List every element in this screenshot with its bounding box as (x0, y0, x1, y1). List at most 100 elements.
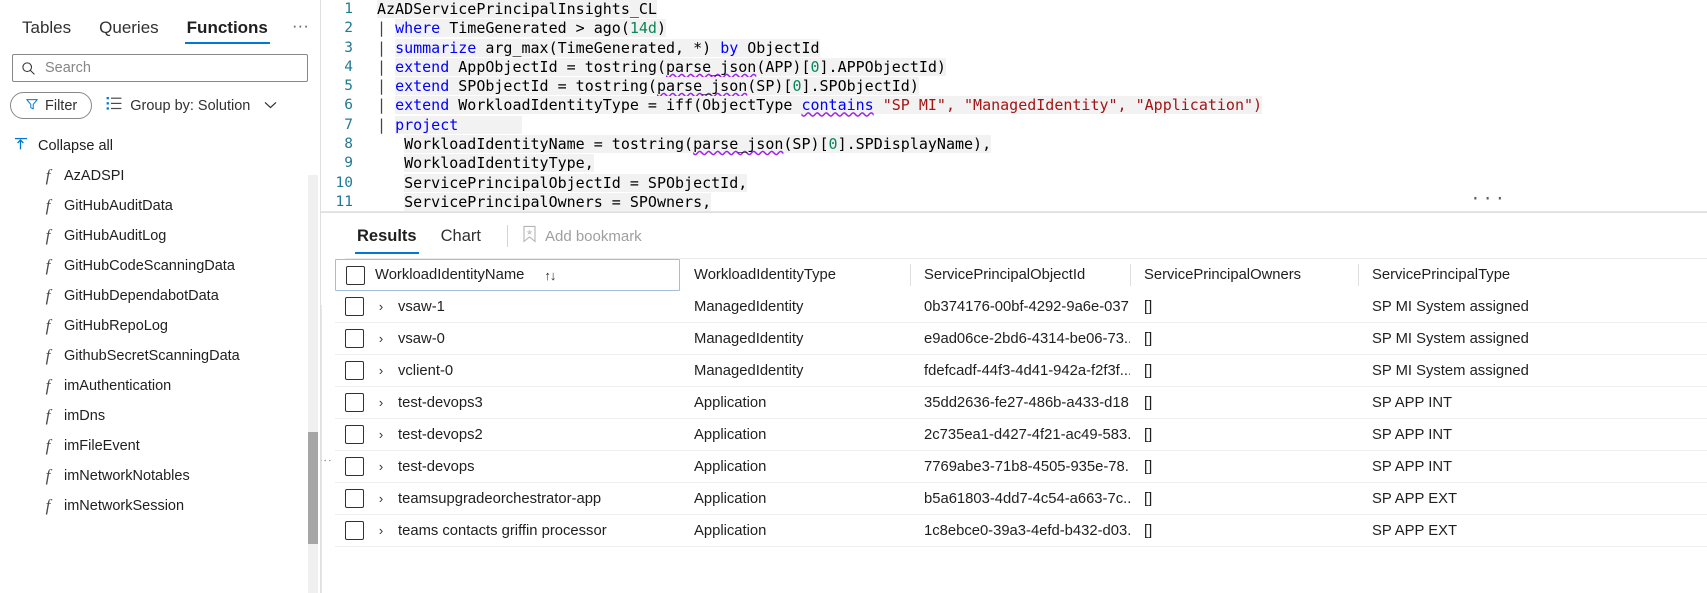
column-header-workloadidentityname[interactable]: WorkloadIdentityName ↑↓ (335, 259, 680, 291)
cell-serviceprincipalobjectid: 35dd2636-fe27-486b-a433-d18... (924, 394, 1130, 411)
sort-icon[interactable]: ↑↓ (544, 268, 556, 283)
code-line: 1 AzADServicePrincipalInsights_CL (321, 0, 1707, 19)
row-checkbox[interactable] (345, 361, 364, 380)
function-icon: f (45, 496, 51, 515)
tab-queries[interactable]: Queries (85, 19, 173, 46)
function-label: AzADSPI (64, 168, 125, 184)
expand-row-icon[interactable]: › (376, 427, 386, 442)
code-line: 3 | summarize arg_max(TimeGenerated, *) … (321, 38, 1707, 58)
row-checkbox[interactable] (345, 521, 364, 540)
group-by-button[interactable]: Group by: Solution (106, 96, 277, 115)
function-label: GitHubDependabotData (64, 288, 219, 304)
column-header-serviceprincipaltype[interactable]: ServicePrincipalType (1358, 259, 1658, 291)
collapse-all-button[interactable]: Collapse all (0, 119, 320, 159)
kusto-query-workspace: Tables Queries Functions ··· « (0, 0, 1707, 593)
table-row[interactable]: › teamsupgradeorchestrator-app Applicati… (335, 483, 1707, 515)
cell-serviceprincipalobjectid: b5a61803-4dd7-4c54-a663-7c... (924, 490, 1130, 507)
function-label: imNetworkNotables (64, 468, 190, 484)
more-options-icon[interactable]: ··· (282, 17, 319, 46)
add-bookmark-button[interactable]: Add bookmark (522, 225, 642, 247)
expand-row-icon[interactable]: › (376, 459, 386, 474)
cell-serviceprincipalowners: [] (1144, 362, 1153, 379)
sidebar-item-githubrepolog[interactable]: f GitHubRepoLog (0, 311, 320, 341)
sidebar-item-githubcodescanningdata[interactable]: f GitHubCodeScanningData (0, 251, 320, 281)
cell-serviceprincipalobjectid: 0b374176-00bf-4292-9a6e-037... (924, 298, 1130, 315)
cell-serviceprincipaltype: SP APP INT (1372, 426, 1453, 443)
filter-button[interactable]: Filter (10, 92, 93, 119)
code-line: 4 | extend AppObjectId = tostring(parse_… (321, 57, 1707, 77)
table-row[interactable]: › test-devops Application 7769abe3-71b8-… (335, 451, 1707, 483)
column-header-label: WorkloadIdentityType (694, 267, 837, 283)
row-checkbox[interactable] (345, 393, 364, 412)
table-row[interactable]: › vclient-0 ManagedIdentity fdefcadf-44f… (335, 355, 1707, 387)
chevron-down-icon[interactable] (264, 100, 277, 112)
sidebar-item-imauthentication[interactable]: f imAuthentication (0, 371, 320, 401)
results-panel: Results Chart Add bookmark ⋮ WorkloadIde… (321, 212, 1707, 593)
expand-row-icon[interactable]: › (376, 299, 386, 314)
table-splitter-handle[interactable]: ⋮ (321, 454, 333, 467)
search-box[interactable] (12, 54, 308, 82)
line-number: 10 (335, 174, 353, 191)
tab-results[interactable]: Results (345, 213, 429, 259)
query-editor[interactable]: 1 AzADServicePrincipalInsights_CL 2 | wh… (321, 0, 1707, 212)
table-row[interactable]: › vsaw-0 ManagedIdentity e9ad06ce-2bd6-4… (335, 323, 1707, 355)
row-checkbox[interactable] (345, 425, 364, 444)
cell-serviceprincipalobjectid: e9ad06ce-2bd6-4314-be06-73... (924, 330, 1130, 347)
sidebar-item-azadspi[interactable]: f AzADSPI (0, 161, 320, 191)
expand-row-icon[interactable]: › (376, 523, 386, 538)
sidebar-item-githubsecretscanningdata[interactable]: f GithubSecretScanningData (0, 341, 320, 371)
column-header-workloadidentitytype[interactable]: WorkloadIdentityType (680, 259, 910, 291)
sidebar-item-githubdependabotdata[interactable]: f GitHubDependabotData (0, 281, 320, 311)
cell-serviceprincipaltype: SP APP EXT (1372, 490, 1457, 507)
search-input[interactable] (39, 59, 299, 77)
column-header-serviceprincipalobjectid[interactable]: ServicePrincipalObjectId (910, 259, 1130, 291)
sidebar-item-imdns[interactable]: f imDns (0, 401, 320, 431)
code-text: | summarize arg_max(TimeGenerated, *) by… (377, 38, 820, 57)
sidebar-item-githubauditdata[interactable]: f GitHubAuditData (0, 191, 320, 221)
table-row[interactable]: › test-devops3 Application 35dd2636-fe27… (335, 387, 1707, 419)
function-icon: f (45, 466, 51, 485)
line-number: 5 (344, 78, 353, 95)
code-line: 6 | extend WorkloadIdentityType = iff(Ob… (321, 96, 1707, 115)
cell-text: vsaw-1 (398, 298, 445, 315)
tab-tables[interactable]: Tables (8, 19, 85, 46)
main-pane: 1 AzADServicePrincipalInsights_CL 2 | wh… (321, 0, 1707, 593)
select-all-checkbox[interactable] (346, 265, 365, 285)
cell-workloadidentitytype: Application (694, 522, 767, 539)
tab-chart[interactable]: Chart (429, 213, 493, 259)
sidebar-scrollbar-thumb[interactable] (308, 432, 318, 544)
cell-workloadidentityname: › teamsupgradeorchestrator-app (335, 483, 680, 515)
tab-functions[interactable]: Functions (173, 19, 282, 46)
cell-workloadidentityname: › test-devops (335, 451, 680, 483)
line-number: 11 (335, 193, 353, 210)
expand-row-icon[interactable]: › (376, 331, 386, 346)
sidebar-item-imfileevent[interactable]: f imFileEvent (0, 431, 320, 461)
function-icon: f (45, 166, 51, 185)
row-checkbox[interactable] (345, 297, 364, 316)
row-checkbox[interactable] (345, 489, 364, 508)
table-row[interactable]: › vsaw-1 ManagedIdentity 0b374176-00bf-4… (335, 291, 1707, 323)
sidebar-item-githubauditlog[interactable]: f GitHubAuditLog (0, 221, 320, 251)
table-row[interactable]: › test-devops2 Application 2c735ea1-d427… (335, 419, 1707, 451)
code-text: AzADServicePrincipalInsights_CL (377, 0, 657, 18)
expand-row-icon[interactable]: › (376, 395, 386, 410)
expand-row-icon[interactable]: › (376, 363, 386, 378)
results-table: ⋮ WorkloadIdentityName ↑↓ WorkloadIdenti… (321, 259, 1707, 593)
cell-serviceprincipalobjectid: 1c8ebce0-39a3-4efd-b432-d03... (924, 522, 1130, 539)
sidebar-item-imnetworksession[interactable]: f imNetworkSession (0, 491, 320, 521)
cell-serviceprincipalowners: [] (1144, 330, 1153, 347)
editor-overflow-icon[interactable]: ··· (1470, 189, 1507, 209)
function-icon: f (45, 346, 51, 365)
cell-serviceprincipalowners: [] (1144, 458, 1153, 475)
function-label: GitHubCodeScanningData (64, 258, 235, 274)
column-header-serviceprincipalowners[interactable]: ServicePrincipalOwners (1130, 259, 1358, 291)
row-checkbox[interactable] (345, 457, 364, 476)
row-checkbox[interactable] (345, 329, 364, 348)
cell-text: teams contacts griffin processor (398, 522, 607, 539)
table-row[interactable]: › teams contacts griffin processor Appli… (335, 515, 1707, 547)
code-text: | extend AppObjectId = tostring(parse_js… (377, 57, 946, 76)
column-header-label: ServicePrincipalOwners (1144, 267, 1302, 283)
line-number: 2 (344, 20, 353, 37)
expand-row-icon[interactable]: › (376, 491, 386, 506)
sidebar-item-imnetworknotables[interactable]: f imNetworkNotables (0, 461, 320, 491)
